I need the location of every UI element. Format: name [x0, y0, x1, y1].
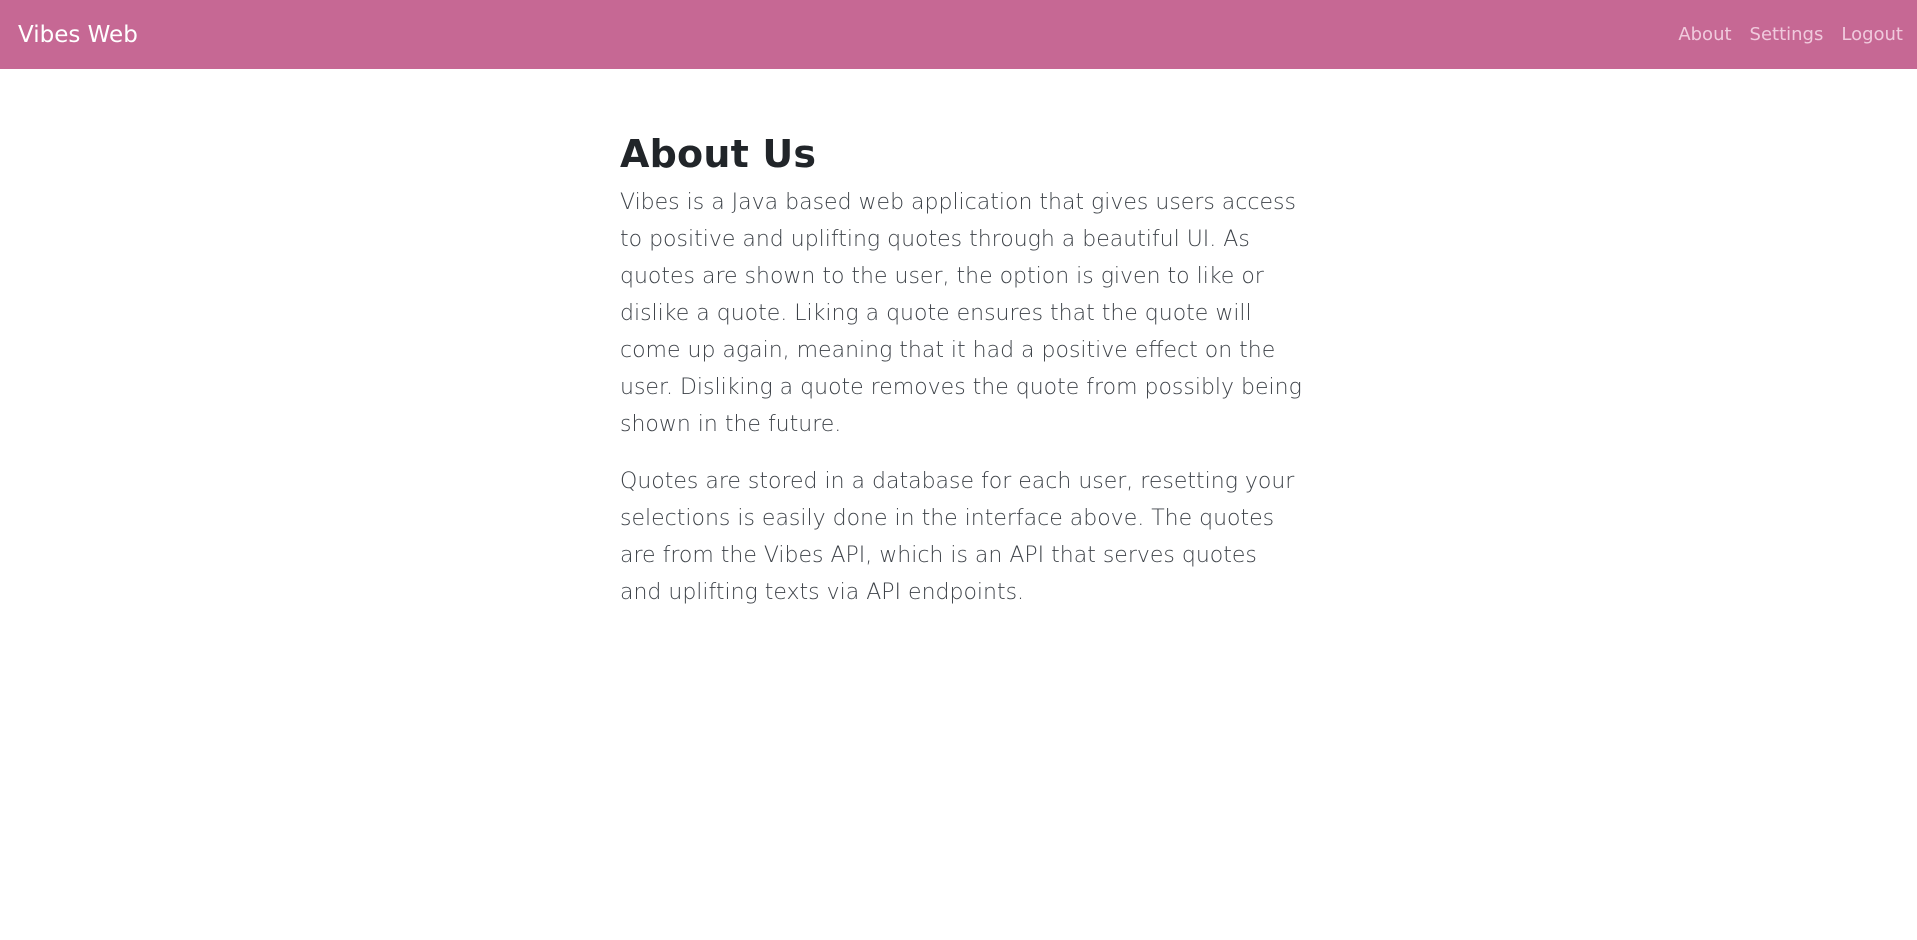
about-paragraph-1: Vibes is a Java based web application th…: [620, 190, 1302, 437]
about-content: About Us Vibes is a Java based web appli…: [620, 130, 1302, 631]
top-navbar: Vibes Web About Settings Logout: [0, 0, 1917, 69]
about-paragraph-2: Quotes are stored in a database for each…: [620, 469, 1295, 605]
brand-link[interactable]: Vibes Web: [18, 19, 138, 51]
nav-links: About Settings Logout: [1678, 22, 1903, 48]
nav-link-about[interactable]: About: [1678, 22, 1731, 48]
nav-link-logout[interactable]: Logout: [1841, 22, 1903, 48]
nav-link-settings[interactable]: Settings: [1750, 22, 1824, 48]
page-title: About Us: [620, 132, 817, 176]
